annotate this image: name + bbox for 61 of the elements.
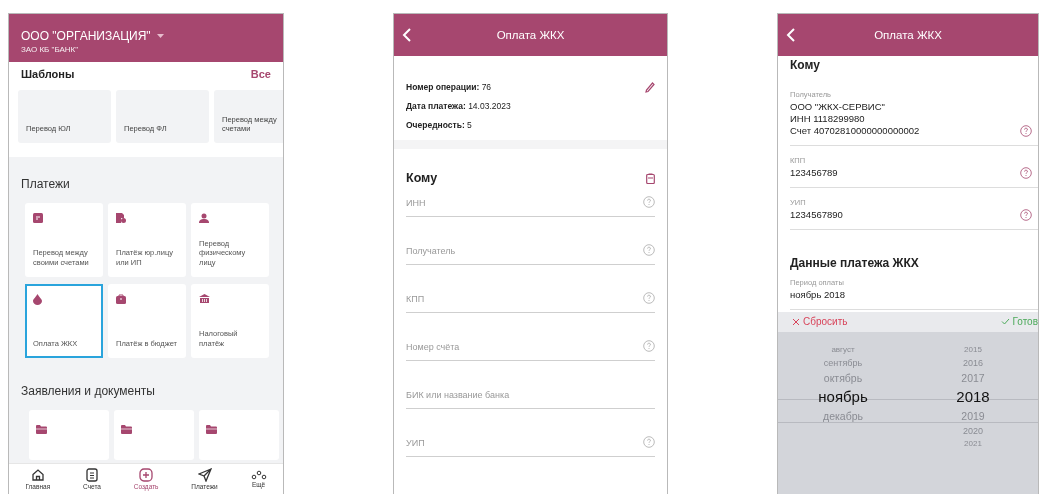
- clipboard-icon[interactable]: [646, 172, 655, 184]
- input-field[interactable]: ИНН: [406, 198, 643, 208]
- document-icon: [33, 213, 43, 223]
- bank-name: ЗАО КБ "БАНК": [21, 44, 80, 54]
- info-line: Номер операции: 76: [406, 82, 492, 92]
- paper-plane-icon: [197, 468, 212, 482]
- help-icon[interactable]: [643, 340, 655, 352]
- field-value: 123456789: [790, 167, 838, 179]
- document-icon: [86, 468, 98, 482]
- input-field[interactable]: Номер счёта: [406, 342, 643, 352]
- all-link[interactable]: Все: [250, 68, 271, 80]
- section-title: Данные платежа ЖКХ: [790, 255, 919, 270]
- help-icon[interactable]: [643, 196, 655, 208]
- input-field[interactable]: Получатель: [406, 246, 643, 256]
- bank-icon: [199, 294, 210, 304]
- file-icon: [116, 213, 126, 223]
- input-field[interactable]: БИК или название банка: [406, 390, 655, 400]
- document-tile[interactable]: [199, 410, 279, 460]
- caret-icon[interactable]: [156, 33, 164, 38]
- help-icon[interactable]: [1020, 124, 1032, 137]
- home-icon: [30, 468, 45, 482]
- input-field[interactable]: УИП: [406, 438, 643, 448]
- person-icon: [199, 213, 209, 223]
- field-value: ООО "ЖКХ-СЕРВИС": [790, 102, 886, 113]
- back-button[interactable]: [786, 28, 796, 42]
- section-title: Платежи: [21, 177, 70, 191]
- input-field[interactable]: КПП: [406, 294, 643, 304]
- section-title: Заявления и документы: [21, 384, 155, 398]
- info-line: Очередность: 5: [406, 120, 472, 130]
- more-icon: [250, 470, 267, 480]
- back-button[interactable]: [402, 28, 412, 42]
- pencil-icon[interactable]: [645, 82, 655, 93]
- plus-icon: [139, 468, 154, 482]
- help-icon[interactable]: [643, 292, 655, 304]
- folder-icon: [121, 425, 132, 434]
- folder-icon: [36, 425, 47, 434]
- field-value: 1234567890: [790, 209, 843, 221]
- organization-name[interactable]: ООО "ОРГАНИЗАЦИЯ": [21, 28, 151, 43]
- briefcase-icon: [116, 294, 126, 304]
- help-icon[interactable]: [643, 436, 655, 448]
- reset-button[interactable]: Сбросить: [792, 316, 848, 328]
- section-title: Шаблоны: [21, 68, 75, 80]
- drop-icon: [33, 294, 42, 305]
- document-tile[interactable]: [29, 410, 109, 460]
- check-icon: [1000, 318, 1010, 326]
- folder-icon: [206, 425, 217, 434]
- close-icon: [792, 317, 800, 326]
- section-title: Кому: [406, 171, 438, 185]
- help-icon[interactable]: [1020, 166, 1032, 179]
- help-icon[interactable]: [643, 244, 655, 256]
- document-tile[interactable]: [114, 410, 194, 460]
- section-title: Кому: [790, 58, 820, 72]
- screen-title: Оплата ЖКХ: [874, 29, 942, 41]
- field-value: ИНН 1118299980: [790, 113, 866, 125]
- month-option[interactable]: ноябрь: [818, 385, 868, 408]
- info-line: Дата платежа: 14.03.2023: [406, 101, 511, 111]
- field-value: ноябрь 2018: [790, 289, 846, 301]
- help-icon[interactable]: [1020, 208, 1032, 221]
- year-option[interactable]: 2018: [956, 385, 990, 408]
- screen-title: Оплата ЖКХ: [496, 29, 565, 41]
- field-value: Счет 40702810000000000002: [790, 125, 920, 137]
